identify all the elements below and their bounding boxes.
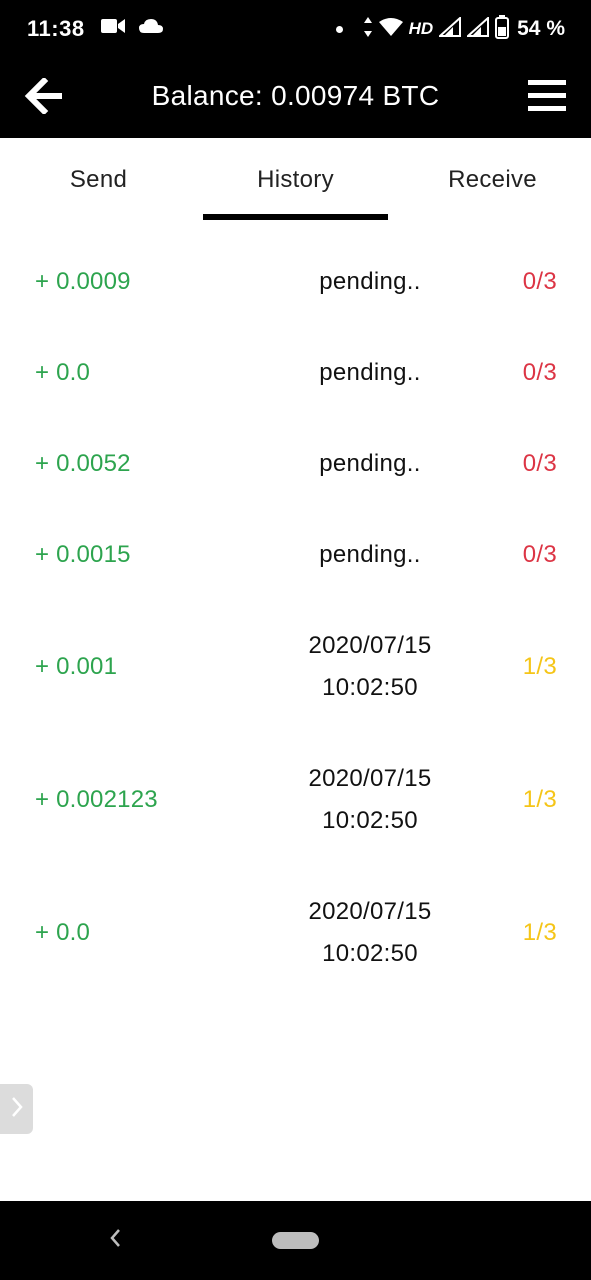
transaction-amount: + 0.0015 [35,540,131,568]
transaction-status: pending.. [319,267,421,295]
chevron-left-icon [108,1227,122,1254]
transaction-timestamp: 2020/07/15 10:02:50 [308,764,432,834]
transaction-row[interactable]: + 0.001 2020/07/15 10:02:50 1/3 [0,600,591,733]
wifi-icon [378,17,403,42]
transaction-amount: + 0.002123 [35,785,158,813]
nav-back-button[interactable] [100,1225,130,1255]
transaction-amount: + 0.0009 [35,267,131,295]
transaction-confirmations: 0/3 [522,267,557,295]
tab-send[interactable]: Send [0,138,197,222]
cloud-icon [138,17,164,40]
app-bar: Balance: 0.00974 BTC [0,60,591,138]
transaction-row[interactable]: + 0.0052 pending.. 0/3 [0,418,591,509]
transaction-confirmations: 0/3 [522,358,557,386]
transaction-confirmations: 0/3 [522,540,557,568]
status-time: 11:38 [27,16,85,41]
transaction-list: + 0.0009 pending.. 0/3 + 0.0 pending.. 0… [0,236,591,999]
screen: 11:38 HD 54 % Balance: 0.00974 BTC Send … [0,0,591,1280]
battery-icon [495,14,510,44]
hd-label: HD [408,19,434,38]
transaction-status: pending.. [319,540,421,568]
menu-button[interactable] [525,76,569,120]
transaction-confirmations: 1/3 [522,785,557,813]
battery-level: 54 % [517,17,565,40]
data-arrows-icon [363,16,373,43]
edge-panel-handle[interactable] [0,1084,33,1134]
status-left-icons [100,16,164,40]
transaction-amount: + 0.0052 [35,449,131,477]
transaction-amount: + 0.0 [35,358,91,386]
transaction-timestamp: 2020/07/15 10:02:50 [308,897,432,967]
tab-bar: Send History Receive [0,138,591,222]
status-bar: 11:38 HD 54 % [0,0,591,60]
transaction-confirmations: 1/3 [522,918,557,946]
transaction-amount: + 0.0 [35,918,91,946]
tab-receive[interactable]: Receive [394,138,591,222]
transaction-confirmations: 1/3 [522,652,557,680]
transaction-row[interactable]: + 0.0009 pending.. 0/3 [0,236,591,327]
transaction-row[interactable]: + 0.0 2020/07/15 10:02:50 1/3 [0,866,591,999]
transaction-amount: + 0.001 [35,652,118,680]
nav-home-pill[interactable] [272,1232,319,1249]
hamburger-menu-icon [527,78,567,119]
notification-dot-icon [335,25,343,33]
video-camera-icon [100,17,126,40]
transaction-timestamp: 2020/07/15 10:02:50 [308,631,432,701]
transaction-row[interactable]: + 0.0015 pending.. 0/3 [0,509,591,600]
chevron-right-icon [10,1095,24,1124]
system-nav-bar [0,1201,591,1280]
transaction-status: pending.. [319,358,421,386]
transaction-confirmations: 0/3 [522,449,557,477]
transaction-row[interactable]: + 0.002123 2020/07/15 10:02:50 1/3 [0,733,591,866]
balance-title: Balance: 0.00974 BTC [151,80,440,111]
status-right-icons: HD 54 % [335,14,565,44]
tab-history[interactable]: History [197,138,394,222]
signal-icon-2 [465,15,490,42]
signal-icon-1 [437,15,462,42]
transaction-row[interactable]: + 0.0 pending.. 0/3 [0,327,591,418]
transaction-status: pending.. [319,449,421,477]
